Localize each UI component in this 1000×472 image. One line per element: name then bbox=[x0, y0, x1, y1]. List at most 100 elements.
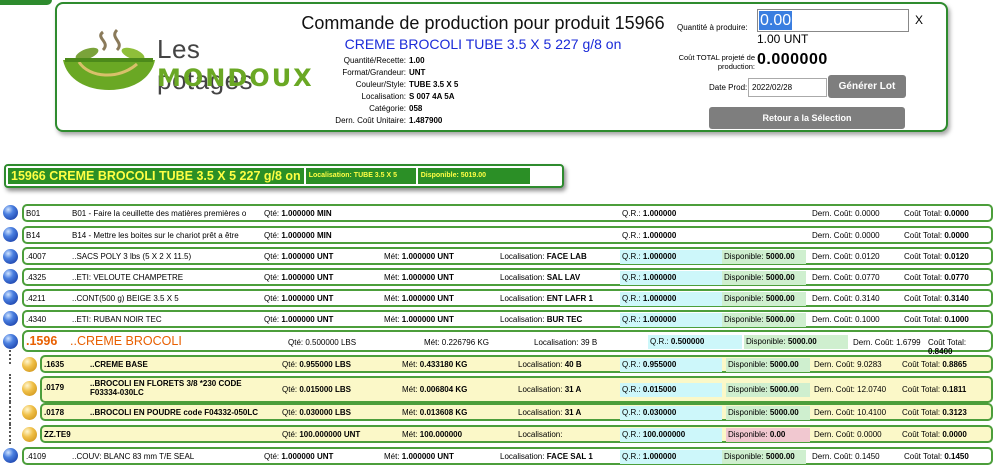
line-description: ..CONT(500 g) BEIGE 3.5 X 5 bbox=[72, 294, 179, 303]
component-line[interactable]: .4109 ..COUV: BLANC 83 mm T/E SEAL Qté: … bbox=[22, 447, 993, 465]
expand-ball-icon[interactable] bbox=[3, 227, 18, 242]
component-line[interactable]: .4325 ..ETI: VELOUTE CHAMPETRE Qté: 1.00… bbox=[22, 268, 993, 286]
met-label: Mét: bbox=[384, 252, 400, 261]
disp-label: Disponible: bbox=[728, 385, 768, 394]
loc-value: BUR TEC bbox=[546, 315, 583, 324]
quantity-unit: 1.00 UNT bbox=[757, 32, 809, 46]
disp-value: 5000.00 bbox=[769, 385, 799, 394]
met-value: 1.000000 UNT bbox=[401, 273, 454, 282]
total-label: Coût Total: bbox=[904, 252, 943, 261]
quantity-input[interactable]: 0.00 bbox=[757, 9, 909, 32]
loc-value: SAL LAV bbox=[546, 273, 581, 282]
product-info: Quantité/Recette: 1.00 Format/Grandeur: UN… bbox=[217, 55, 617, 127]
qr-value: 0.955000 bbox=[642, 360, 677, 369]
dern-value: 12.0740 bbox=[857, 385, 887, 394]
ingredient-line[interactable]: ZZ.TE9 Qté: 100.000000 UNT Mét: 100.0000… bbox=[40, 425, 993, 443]
qte-label: Qté: bbox=[264, 231, 280, 240]
disp-label: Disponible: bbox=[724, 252, 764, 261]
line-description: ..COUV: BLANC 83 mm T/E SEAL bbox=[72, 452, 195, 461]
qr-label: Q.R.: bbox=[622, 315, 641, 324]
disp-label: Disponible: bbox=[746, 337, 786, 346]
qte-label: Qté: bbox=[282, 385, 298, 394]
qr-value: 1.000000 bbox=[642, 209, 677, 218]
ingredient-ball-icon[interactable] bbox=[22, 405, 37, 420]
expand-ball-icon[interactable] bbox=[3, 448, 18, 463]
clear-quantity-button[interactable]: X bbox=[915, 13, 923, 27]
summary-title: 15966 CREME BROCOLI TUBE 3.5 X 5 227 g/8… bbox=[8, 168, 304, 184]
qte-value: 1.000000 UNT bbox=[281, 294, 334, 303]
dern-label: Dern. Coût: bbox=[812, 252, 853, 261]
generate-lot-button[interactable]: Générer Lot bbox=[828, 75, 906, 98]
qte-value: 0.015000 LBS bbox=[299, 385, 351, 394]
product-name: CREME BROCOLI TUBE 3.5 X 5 227 g/8 on bbox=[344, 36, 622, 52]
ingredient-line[interactable]: .0179 ..BROCOLI EN FLORETS 3/8 *230 CODE… bbox=[40, 376, 993, 403]
expand-ball-icon[interactable] bbox=[3, 205, 18, 220]
component-line[interactable]: B01 B01 - Faire la ceuillette des matièr… bbox=[22, 204, 993, 222]
met-value: 0.013608 KG bbox=[419, 408, 468, 417]
ingredient-ball-icon[interactable] bbox=[22, 357, 37, 372]
total-value: 0.1811 bbox=[942, 385, 967, 394]
expand-ball-icon[interactable] bbox=[3, 249, 18, 264]
disp-label: Disponible: bbox=[724, 315, 764, 324]
disp-value: 5000.00 bbox=[769, 360, 799, 369]
met-value: 1.000000 UNT bbox=[401, 452, 454, 461]
subrecipe-line[interactable]: .1596 ..CREME BROCOLI Qté: 0.500000 LBS … bbox=[22, 330, 993, 356]
quantity-label: Quantité à produire: bbox=[677, 23, 748, 32]
qte-value: 1.000000 UNT bbox=[281, 315, 334, 324]
loc-label: Localisation: bbox=[500, 452, 545, 461]
expand-ball-icon[interactable] bbox=[3, 290, 18, 305]
total-label: Coût Total: bbox=[902, 408, 941, 417]
loc-label: Localisation: bbox=[500, 252, 545, 261]
total-value: 0.0000 bbox=[944, 209, 969, 218]
soup-bowl-icon bbox=[63, 28, 155, 90]
info-value: S 007 4A 5A bbox=[409, 92, 455, 101]
line-code: .4007 bbox=[26, 252, 47, 261]
ingredient-ball-icon[interactable] bbox=[22, 427, 37, 442]
qr-label: Q.R.: bbox=[622, 452, 641, 461]
total-label: Coût Total: bbox=[904, 209, 943, 218]
total-label: Coût Total: bbox=[902, 430, 941, 439]
component-line[interactable]: B14 B14 - Mettre les boites sur le chari… bbox=[22, 226, 993, 244]
qr-value: 1.000000 bbox=[642, 315, 677, 324]
line-code: .4340 bbox=[26, 315, 47, 324]
dern-label: Dern. Coût: bbox=[814, 385, 855, 394]
qr-value: 0.030000 bbox=[642, 408, 677, 417]
ingredient-ball-icon[interactable] bbox=[22, 381, 37, 396]
dern-label: Dern. Coût: bbox=[812, 315, 853, 324]
component-line[interactable]: .4007 ..SACS POLY 3 lbs (5 X 2 X 11.5) Q… bbox=[22, 247, 993, 265]
ingredient-line[interactable]: .1635 ..CREME BASE Qté: 0.955000 LBS Mét… bbox=[40, 355, 993, 373]
disp-value: 5000.00 bbox=[765, 315, 795, 324]
dern-label: Dern. Coût: bbox=[812, 231, 853, 240]
date-input[interactable]: 2022/02/28 bbox=[748, 78, 827, 97]
line-description: B14 - Mettre les boites sur le chariot p… bbox=[72, 231, 239, 240]
qte-label: Qté: bbox=[282, 360, 298, 369]
total-cost-label: Coût TOTAL projeté de production: bbox=[678, 53, 755, 71]
dern-value: 0.3140 bbox=[855, 294, 880, 303]
expand-ball-icon[interactable] bbox=[3, 269, 18, 284]
dern-value: 0.0000 bbox=[855, 231, 880, 240]
loc-label: Localisation: bbox=[500, 273, 545, 282]
info-value: 1.00 bbox=[409, 56, 425, 65]
qr-label: Q.R.: bbox=[622, 430, 641, 439]
disp-label: Disponible: bbox=[728, 430, 768, 439]
component-line[interactable]: .4211 ..CONT(500 g) BEIGE 3.5 X 5 Qté: 1… bbox=[22, 289, 993, 307]
loc-value: 40 B bbox=[564, 360, 582, 369]
met-value: 0.226796 KG bbox=[441, 338, 489, 347]
dern-value: 0.1000 bbox=[855, 315, 880, 324]
disp-value: 5000.00 bbox=[765, 273, 795, 282]
component-line[interactable]: .4340 ..ETI: RUBAN NOIR TEC Qté: 1.00000… bbox=[22, 310, 993, 328]
ingredient-line[interactable]: .0178 ..BROCOLI EN POUDRE code F04332-05… bbox=[40, 403, 993, 421]
line-description: ..ETI: VELOUTE CHAMPETRE bbox=[72, 273, 184, 282]
qte-value: 100.000000 UNT bbox=[299, 430, 361, 439]
expand-ball-icon[interactable] bbox=[3, 311, 18, 326]
line-description: ..BROCOLI EN FLORETS 3/8 *230 CODE F0333… bbox=[90, 379, 242, 397]
disp-label: Disponible: bbox=[724, 294, 764, 303]
expand-ball-icon[interactable] bbox=[3, 334, 18, 349]
qte-value: 0.030000 LBS bbox=[299, 408, 351, 417]
line-code: .4211 bbox=[26, 294, 46, 303]
back-to-selection-button[interactable]: Retour a la Sélection bbox=[709, 107, 905, 129]
dern-label: Dern. Coût: bbox=[814, 430, 855, 439]
qte-value: 1.000000 MIN bbox=[281, 209, 332, 218]
disp-label: Disponible: bbox=[724, 452, 764, 461]
total-value: 0.1450 bbox=[944, 452, 969, 461]
